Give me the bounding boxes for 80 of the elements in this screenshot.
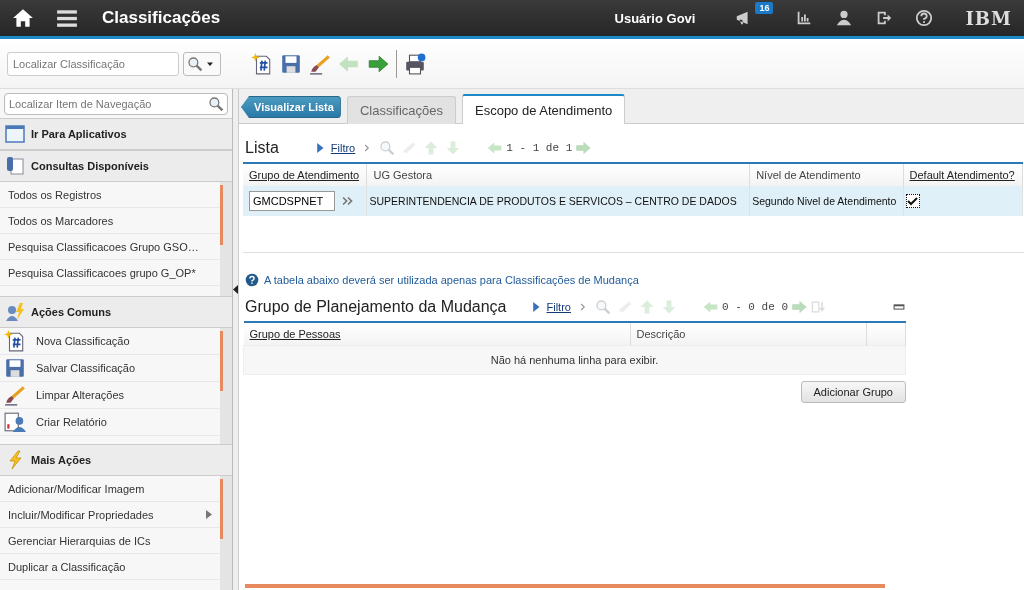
filter-link[interactable]: Filtro bbox=[546, 301, 571, 313]
save-icon[interactable] bbox=[280, 52, 302, 75]
section-title: Ações Comuns bbox=[31, 306, 112, 318]
empty-message: Não há nenhuma linha para exibir. bbox=[490, 354, 659, 366]
menu-icon[interactable] bbox=[56, 7, 78, 29]
user-name[interactable]: Usuário Govi bbox=[614, 10, 696, 26]
search-icon bbox=[187, 55, 203, 72]
navigation-search-field[interactable]: Localizar Item de Navegação bbox=[4, 93, 228, 115]
column-header[interactable]: Grupo de Pessoas bbox=[243, 322, 630, 346]
menu-item-label: Gerenciar Hierarquias de ICs bbox=[8, 534, 151, 547]
menu-item-label: Adicionar/Modificar Imagem bbox=[8, 482, 145, 495]
brush-icon bbox=[4, 384, 26, 406]
menu-item-label: Duplicar a Classificação bbox=[8, 560, 126, 573]
table-title: Grupo de Planejamento da Mudança bbox=[245, 298, 507, 316]
printer-icon[interactable] bbox=[404, 52, 426, 75]
search-button[interactable] bbox=[183, 51, 221, 76]
menu-item-label: Criar Relatório bbox=[36, 416, 107, 428]
report-icon bbox=[4, 411, 26, 433]
window-icon bbox=[5, 124, 25, 144]
search-icon bbox=[208, 96, 224, 112]
logo: IBM bbox=[965, 7, 1012, 29]
pagination-text: 0 - 0 de 0 bbox=[721, 301, 788, 313]
scrollbar-thumb[interactable] bbox=[220, 185, 223, 245]
filter-link[interactable]: Filtro bbox=[330, 142, 356, 154]
page-title: Classificações bbox=[102, 8, 221, 28]
documents-icon bbox=[5, 156, 25, 176]
group-field[interactable]: GMCDSPNET bbox=[249, 191, 335, 211]
add-group-button[interactable]: Adicionar Grupo bbox=[800, 381, 906, 403]
column-header: Descrição bbox=[630, 322, 867, 346]
section-title: Consultas Disponíveis bbox=[31, 160, 149, 172]
home-icon[interactable] bbox=[12, 7, 34, 29]
notification-badge: 16 bbox=[755, 2, 774, 14]
menu-item[interactable]: Limpar Alterações bbox=[0, 382, 220, 409]
help-icon bbox=[245, 273, 259, 287]
new-document-icon bbox=[4, 330, 26, 352]
menu-item-label: Pesquisa Classificacoes grupo G_OP* bbox=[8, 266, 196, 279]
user-icon[interactable] bbox=[835, 9, 854, 27]
section-title: Mais Ações bbox=[31, 454, 92, 466]
column-header[interactable]: Default Atendimento? bbox=[903, 163, 1023, 186]
menu-item[interactable]: Nova Classificação bbox=[0, 328, 220, 355]
scrollbar-thumb[interactable] bbox=[220, 331, 223, 391]
menu-item-label: Incluir/Modificar Propriedades bbox=[8, 508, 154, 521]
menu-item-label: Todos os Registros bbox=[8, 188, 102, 201]
column-header: UG Gestora bbox=[366, 163, 750, 186]
scrollbar-thumb[interactable] bbox=[245, 584, 885, 588]
info-text: A tabela abaixo deverá ser utilizada apenas para Classificações de Mudança bbox=[264, 274, 639, 286]
table-cell: SUPERINTENDENCIA DE PRODUTOS E SERVICOS – CENTRO DE DADOS bbox=[369, 195, 737, 207]
save-icon bbox=[4, 357, 26, 379]
table-row[interactable]: GMCDSPNET SUPERINTENDENCIA DE PRODUTOS E SERVICOS – CENTRO DE DADOS Segundo Nivel de Atendimento bbox=[243, 186, 1023, 216]
column-header: Nível de Atendimento bbox=[749, 163, 903, 186]
section-header[interactable]: Ir Para Aplicativos bbox=[0, 118, 232, 150]
checkbox[interactable] bbox=[905, 194, 920, 208]
scrollbar-thumb[interactable] bbox=[220, 479, 223, 539]
menu-item-label: Salvar Classificação bbox=[36, 362, 136, 374]
menu-item-label: Todos os Marcadores bbox=[8, 214, 114, 227]
table-title: Lista bbox=[245, 139, 279, 157]
section-header[interactable]: Ações Comuns bbox=[0, 296, 232, 328]
tab[interactable]: Escopo de Atendimento bbox=[462, 94, 626, 124]
double-chevron-icon[interactable] bbox=[341, 194, 355, 208]
section-title: Ir Para Aplicativos bbox=[31, 128, 127, 140]
collapse-arrow-icon[interactable] bbox=[233, 285, 238, 294]
help-icon[interactable] bbox=[915, 9, 934, 27]
menu-item-label: Nova Classificação bbox=[36, 335, 130, 347]
new-document-icon[interactable] bbox=[251, 52, 273, 75]
menu-item[interactable]: Criar Relatório bbox=[0, 409, 220, 436]
tab[interactable]: Classificações bbox=[346, 96, 456, 124]
view-list-button[interactable]: Visualizar Lista bbox=[241, 96, 341, 118]
people-bolt-icon bbox=[5, 302, 25, 322]
logout-icon[interactable] bbox=[875, 9, 894, 27]
section-header[interactable]: Consultas Disponíveis bbox=[0, 150, 232, 182]
section-header[interactable]: Mais Ações bbox=[0, 444, 232, 476]
menu-item-label: Pesquisa Classificacoes Grupo GSO… bbox=[8, 240, 199, 253]
brush-icon[interactable] bbox=[309, 52, 331, 75]
menu-item[interactable]: Incluir/Modificar Propriedades bbox=[0, 502, 220, 528]
menu-item[interactable]: Salvar Classificação bbox=[0, 355, 220, 382]
table-cell: Segundo Nivel de Atendimento bbox=[752, 195, 897, 207]
pagination-text: 1 - 1 de 1 bbox=[506, 142, 573, 154]
search-field[interactable]: Localizar Classificação bbox=[7, 51, 179, 76]
menu-item-label: Limpar Alterações bbox=[36, 389, 125, 401]
column-header[interactable]: Grupo de Atendimento bbox=[243, 163, 367, 186]
